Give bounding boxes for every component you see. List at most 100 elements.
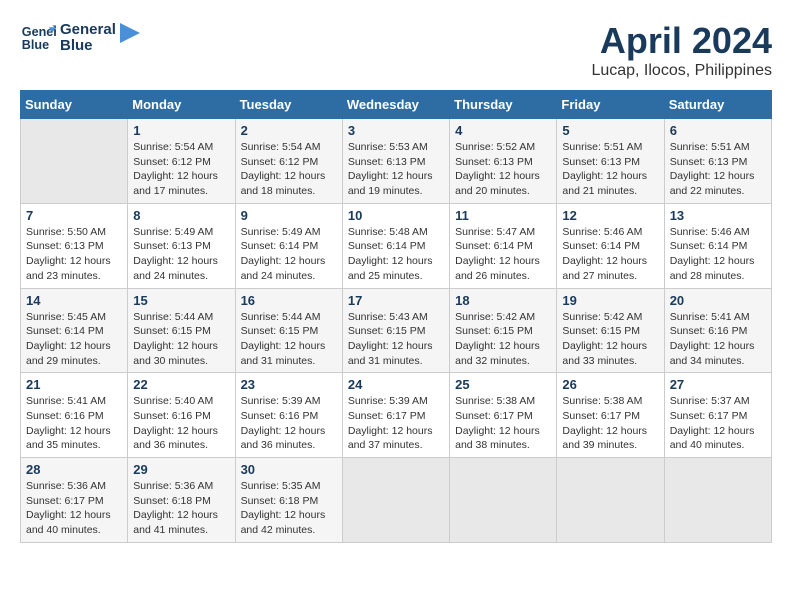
table-row: 29 Sunrise: 5:36 AM Sunset: 6:18 PM Dayli…: [128, 458, 235, 543]
day-info: Sunrise: 5:51 AM Sunset: 6:13 PM Dayligh…: [670, 140, 766, 199]
page-header: General Blue General Blue April 2024 Luc…: [20, 20, 772, 80]
table-row: 1 Sunrise: 5:54 AM Sunset: 6:12 PM Daylig…: [128, 119, 235, 204]
header-thursday: Thursday: [450, 91, 557, 119]
day-number: 3: [348, 123, 444, 138]
day-info: Sunrise: 5:51 AM Sunset: 6:13 PM Dayligh…: [562, 140, 658, 199]
day-number: 12: [562, 208, 658, 223]
calendar-week-row: 7 Sunrise: 5:50 AM Sunset: 6:13 PM Daylig…: [21, 203, 772, 288]
day-info: Sunrise: 5:43 AM Sunset: 6:15 PM Dayligh…: [348, 310, 444, 369]
calendar-table: Sunday Monday Tuesday Wednesday Thursday…: [20, 90, 772, 543]
day-info: Sunrise: 5:52 AM Sunset: 6:13 PM Dayligh…: [455, 140, 551, 199]
subtitle: Lucap, Ilocos, Philippines: [591, 62, 772, 80]
logo: General Blue General Blue: [20, 20, 140, 56]
table-row: 9 Sunrise: 5:49 AM Sunset: 6:14 PM Daylig…: [235, 203, 342, 288]
table-row: 12Sunrise: 5:46 AM Sunset: 6:14 PM Dayli…: [557, 203, 664, 288]
calendar-week-row: 1 Sunrise: 5:54 AM Sunset: 6:12 PM Daylig…: [21, 119, 772, 204]
table-row: 10 Sunrise: 5:48 AM Sunset: 6:14 PM Dayli…: [342, 203, 449, 288]
main-title: April 2024: [591, 20, 772, 62]
day-number: 29: [133, 462, 229, 477]
day-number: 8: [133, 208, 229, 223]
day-info: Sunrise: 5:46 AM Sunset: 6:14 PM Dayligh…: [670, 225, 766, 284]
day-number: 7: [26, 208, 122, 223]
table-row: 26 Sunrise: 5:38 AM Sunset: 6:17 PM Dayli…: [557, 373, 664, 458]
table-row: 22Sunrise: 5:40 AM Sunset: 6:16 PM Dayli…: [128, 373, 235, 458]
day-info: Sunrise: 5:54 AM Sunset: 6:12 PM Dayligh…: [241, 140, 337, 199]
table-row: [664, 458, 771, 543]
day-number: 5: [562, 123, 658, 138]
day-number: 24: [348, 377, 444, 392]
table-row: 13Sunrise: 5:46 AM Sunset: 6:14 PM Dayli…: [664, 203, 771, 288]
day-info: Sunrise: 5:50 AM Sunset: 6:13 PM Dayligh…: [26, 225, 122, 284]
logo-arrow-icon: [120, 23, 140, 53]
day-number: 1: [133, 123, 229, 138]
table-row: [21, 119, 128, 204]
svg-text:Blue: Blue: [22, 38, 49, 52]
header-tuesday: Tuesday: [235, 91, 342, 119]
day-info: Sunrise: 5:35 AM Sunset: 6:18 PM Dayligh…: [241, 479, 337, 538]
day-number: 9: [241, 208, 337, 223]
header-wednesday: Wednesday: [342, 91, 449, 119]
table-row: 20Sunrise: 5:41 AM Sunset: 6:16 PM Dayli…: [664, 288, 771, 373]
table-row: [450, 458, 557, 543]
table-row: 8 Sunrise: 5:49 AM Sunset: 6:13 PM Daylig…: [128, 203, 235, 288]
table-row: 3 Sunrise: 5:53 AM Sunset: 6:13 PM Daylig…: [342, 119, 449, 204]
day-info: Sunrise: 5:49 AM Sunset: 6:14 PM Dayligh…: [241, 225, 337, 284]
day-info: Sunrise: 5:45 AM Sunset: 6:14 PM Dayligh…: [26, 310, 122, 369]
day-info: Sunrise: 5:48 AM Sunset: 6:14 PM Dayligh…: [348, 225, 444, 284]
calendar-header-row: Sunday Monday Tuesday Wednesday Thursday…: [21, 91, 772, 119]
day-number: 26: [562, 377, 658, 392]
day-number: 18: [455, 293, 551, 308]
table-row: 23Sunrise: 5:39 AM Sunset: 6:16 PM Dayli…: [235, 373, 342, 458]
day-number: 14: [26, 293, 122, 308]
day-number: 16: [241, 293, 337, 308]
day-number: 6: [670, 123, 766, 138]
table-row: 11Sunrise: 5:47 AM Sunset: 6:14 PM Dayli…: [450, 203, 557, 288]
day-info: Sunrise: 5:44 AM Sunset: 6:15 PM Dayligh…: [241, 310, 337, 369]
table-row: 4 Sunrise: 5:52 AM Sunset: 6:13 PM Daylig…: [450, 119, 557, 204]
table-row: 24 Sunrise: 5:39 AM Sunset: 6:17 PM Dayli…: [342, 373, 449, 458]
day-number: 10: [348, 208, 444, 223]
day-info: Sunrise: 5:38 AM Sunset: 6:17 PM Dayligh…: [562, 394, 658, 453]
day-number: 28: [26, 462, 122, 477]
day-number: 21: [26, 377, 122, 392]
day-number: 19: [562, 293, 658, 308]
day-info: Sunrise: 5:41 AM Sunset: 6:16 PM Dayligh…: [26, 394, 122, 453]
table-row: [342, 458, 449, 543]
table-row: 28 Sunrise: 5:36 AM Sunset: 6:17 PM Dayli…: [21, 458, 128, 543]
day-number: 25: [455, 377, 551, 392]
table-row: 7 Sunrise: 5:50 AM Sunset: 6:13 PM Daylig…: [21, 203, 128, 288]
day-info: Sunrise: 5:54 AM Sunset: 6:12 PM Dayligh…: [133, 140, 229, 199]
table-row: 30 Sunrise: 5:35 AM Sunset: 6:18 PM Dayli…: [235, 458, 342, 543]
logo-icon: General Blue: [20, 20, 56, 56]
calendar-week-row: 14 Sunrise: 5:45 AM Sunset: 6:14 PM Dayli…: [21, 288, 772, 373]
table-row: 5 Sunrise: 5:51 AM Sunset: 6:13 PM Daylig…: [557, 119, 664, 204]
day-number: 4: [455, 123, 551, 138]
day-info: Sunrise: 5:42 AM Sunset: 6:15 PM Dayligh…: [455, 310, 551, 369]
table-row: 14 Sunrise: 5:45 AM Sunset: 6:14 PM Dayli…: [21, 288, 128, 373]
header-friday: Friday: [557, 91, 664, 119]
day-number: 11: [455, 208, 551, 223]
day-info: Sunrise: 5:42 AM Sunset: 6:15 PM Dayligh…: [562, 310, 658, 369]
day-info: Sunrise: 5:36 AM Sunset: 6:17 PM Dayligh…: [26, 479, 122, 538]
day-number: 15: [133, 293, 229, 308]
table-row: 25 Sunrise: 5:38 AM Sunset: 6:17 PM Dayli…: [450, 373, 557, 458]
day-info: Sunrise: 5:36 AM Sunset: 6:18 PM Dayligh…: [133, 479, 229, 538]
title-section: April 2024 Lucap, Ilocos, Philippines: [591, 20, 772, 80]
day-info: Sunrise: 5:49 AM Sunset: 6:13 PM Dayligh…: [133, 225, 229, 284]
day-info: Sunrise: 5:53 AM Sunset: 6:13 PM Dayligh…: [348, 140, 444, 199]
table-row: 16 Sunrise: 5:44 AM Sunset: 6:15 PM Dayli…: [235, 288, 342, 373]
day-info: Sunrise: 5:38 AM Sunset: 6:17 PM Dayligh…: [455, 394, 551, 453]
header-sunday: Sunday: [21, 91, 128, 119]
day-number: 30: [241, 462, 337, 477]
day-number: 17: [348, 293, 444, 308]
day-number: 27: [670, 377, 766, 392]
day-info: Sunrise: 5:39 AM Sunset: 6:17 PM Dayligh…: [348, 394, 444, 453]
table-row: 27 Sunrise: 5:37 AM Sunset: 6:17 PM Dayli…: [664, 373, 771, 458]
day-info: Sunrise: 5:37 AM Sunset: 6:17 PM Dayligh…: [670, 394, 766, 453]
header-saturday: Saturday: [664, 91, 771, 119]
table-row: 21 Sunrise: 5:41 AM Sunset: 6:16 PM Dayli…: [21, 373, 128, 458]
table-row: 18 Sunrise: 5:42 AM Sunset: 6:15 PM Dayli…: [450, 288, 557, 373]
header-monday: Monday: [128, 91, 235, 119]
calendar-week-row: 21 Sunrise: 5:41 AM Sunset: 6:16 PM Dayli…: [21, 373, 772, 458]
day-number: 20: [670, 293, 766, 308]
